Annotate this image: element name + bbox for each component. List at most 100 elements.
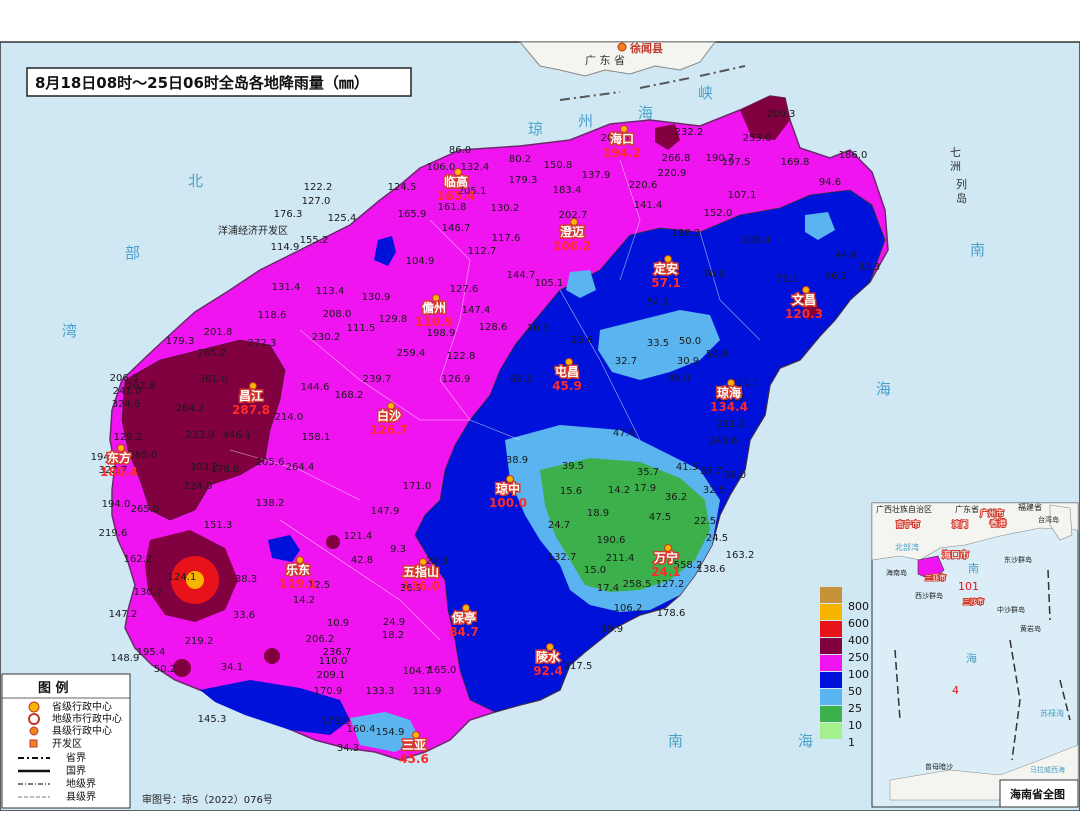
station-value: 197.5 (722, 157, 751, 168)
station-value: 165.0 (428, 665, 457, 676)
station-value: 107.1 (728, 190, 757, 201)
city-rainfall-value: 45.9 (552, 379, 582, 393)
station-value: 32.7 (615, 356, 637, 367)
city-rainfall-value: 24.1 (651, 565, 681, 579)
city-name: 屯昌 (555, 364, 579, 379)
legend-label: 600 (848, 617, 869, 630)
legend-swatch (820, 604, 842, 620)
city-name: 儋州 (422, 300, 446, 315)
inset-label: 海南岛 (886, 568, 907, 577)
station-value: 114.9 (271, 242, 300, 253)
station-value: 220.9 (658, 168, 687, 179)
station-value: 121.4 (344, 531, 373, 542)
inset-label: 澳门 (952, 519, 968, 529)
inset-label: 南 (968, 562, 979, 575)
inset-label: 曾母暗沙 (925, 762, 953, 771)
station-value: 147.9 (371, 506, 400, 517)
city-rainfall-value: 45.6 (399, 752, 429, 766)
station-value: 19.9 (601, 624, 623, 635)
legend-item: 开发区 (52, 737, 82, 750)
station-value: 265.2 (198, 348, 227, 359)
station-value: 152.0 (704, 208, 733, 219)
inset-label: 中沙群岛 (997, 605, 1025, 614)
station-value: 178.8 (211, 464, 240, 475)
island-label: 七 (950, 146, 961, 159)
station-value: 272.3 (248, 338, 277, 349)
station-value: 194.0 (102, 499, 131, 510)
station-value: 41.5 (676, 462, 698, 473)
station-value: 151.3 (204, 520, 233, 531)
station-value: 124.1 (168, 572, 197, 583)
inset-value: 101 (958, 580, 979, 593)
station-value: 47.4 (613, 428, 635, 439)
station-value: 56.0 (724, 470, 746, 481)
legend-swatch (820, 723, 842, 739)
station-value: 137.9 (582, 170, 611, 181)
station-value: 144.6 (301, 382, 330, 393)
station-value: 131.9 (413, 686, 442, 697)
inset-map: 广西壮族自治区 福建省 广东省 南宁市 澳门 广州市 香港 台湾岛 北部湾 东沙… (871, 502, 1079, 808)
station-value: 179.3 (509, 175, 538, 186)
review-number: 审图号：琼S（2022）076号 (142, 793, 273, 806)
city-rainfall-value: 57.1 (651, 276, 681, 290)
legend-item: 省界 (66, 751, 86, 764)
dev-zone-icon (29, 739, 38, 748)
inset-label: 广东省 (955, 504, 979, 514)
station-value: 39.5 (562, 461, 584, 472)
station-value: 138.6 (697, 564, 726, 575)
city-rainfall-value: 287.8 (232, 403, 270, 417)
legend-item: 县级界 (66, 791, 96, 803)
city-rainfall-value: 165.4 (437, 189, 475, 203)
sea-label: 州 (578, 112, 595, 130)
legend-swatch (820, 638, 842, 654)
station-value: 54.1 (647, 297, 669, 308)
station-value: 217.5 (564, 661, 593, 672)
station-value: 224.0 (184, 481, 213, 492)
station-value: 106.0 (427, 162, 456, 173)
station-value: 211.2 (717, 419, 746, 430)
station-value: 158.1 (302, 432, 331, 443)
top-margin (0, 0, 1080, 42)
station-value: 129.2 (114, 432, 143, 443)
station-value: 178.6 (657, 608, 686, 619)
station-value: 154.9 (376, 727, 405, 738)
city-rainfall-value: 134.4 (710, 400, 748, 414)
sea-label: 海 (638, 104, 655, 122)
city-name: 文昌 (792, 292, 816, 307)
station-value: 10.9 (327, 618, 349, 629)
sea-label: 湾 (62, 322, 79, 340)
station-value: 171.0 (403, 481, 432, 492)
station-value: 122.2 (304, 182, 333, 193)
station-value: 258.5 (623, 579, 652, 590)
station-value: 106.2 (614, 603, 643, 614)
station-value: 105.1 (535, 278, 564, 289)
station-value: 124.5 (388, 182, 417, 193)
station-value: 176.3 (274, 209, 303, 220)
station-value: 69.2 (510, 374, 532, 385)
inset-footer: 海南省全图 (1010, 787, 1065, 801)
station-value: 50.8 (706, 349, 728, 360)
station-value: 179.3 (166, 336, 195, 347)
legend-title: 图 例 (38, 680, 69, 696)
station-value: 46.2 (825, 271, 847, 282)
inset-label: 西沙群岛 (915, 591, 943, 600)
station-value: 117.6 (492, 233, 521, 244)
station-value: 110.0 (319, 656, 348, 667)
station-value: 170.9 (314, 686, 343, 697)
map-canvas: 徐闻县 广 东 省 8月18日08时～25日06时全岛各地降雨量（㎜） 琼 州 … (0, 0, 1080, 812)
city-name: 昌江 (239, 388, 263, 403)
station-value: 148.9 (111, 653, 140, 664)
sea-label: 南 (668, 732, 685, 750)
legend-swatch (820, 706, 842, 722)
station-value: 130.7 (134, 587, 163, 598)
station-value: 230.2 (312, 332, 341, 343)
station-value: 33.6 (233, 610, 255, 621)
city-name: 海口 (610, 131, 634, 146)
station-value: 47.5 (649, 512, 671, 523)
legend-label: 400 (848, 634, 869, 647)
station-value: 129.8 (379, 314, 408, 325)
legend-label: 800 (848, 600, 869, 613)
city-rainfall-value: 106.2 (553, 239, 591, 253)
city-name: 白沙 (377, 408, 401, 423)
station-value: 118.6 (258, 310, 287, 321)
